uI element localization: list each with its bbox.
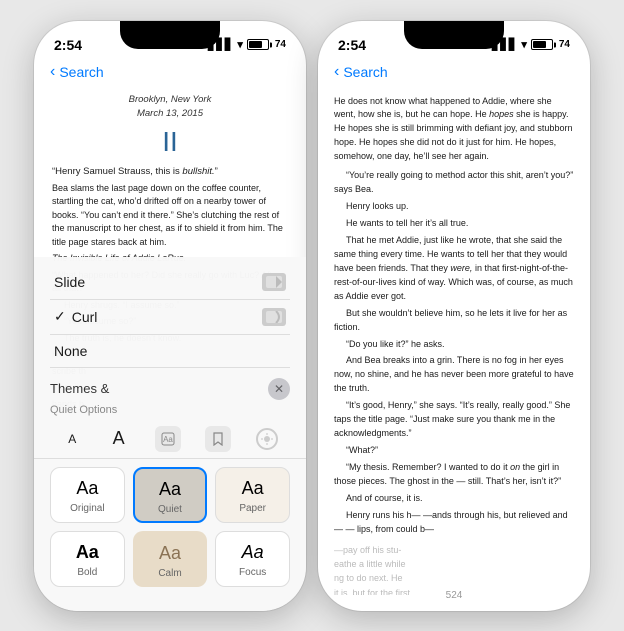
- time-right: 2:54: [338, 37, 366, 53]
- page-number: 524: [446, 590, 463, 601]
- battery-pct-r: 74: [559, 39, 570, 50]
- slide-icon: [262, 273, 286, 291]
- theme-grid: Aa Original Aa Quiet Aa Paper Aa Bold Aa: [34, 459, 306, 595]
- curl-icon: [262, 308, 286, 326]
- battery-pct: 74: [275, 39, 286, 50]
- theme-original[interactable]: Aa Original: [50, 467, 125, 523]
- theme-quiet-label: Quiet: [158, 504, 182, 515]
- r-para-9: “It’s good, Henry,” she says. “It’s real…: [334, 399, 574, 441]
- theme-focus[interactable]: Aa Focus: [215, 531, 290, 587]
- r-para-8: And Bea breaks into a grin. There is no …: [334, 354, 574, 396]
- theme-bold-label: Bold: [77, 567, 97, 578]
- theme-quiet-aa: Aa: [159, 479, 181, 500]
- close-button[interactable]: ✕: [268, 378, 290, 400]
- r-para-14: —pay off his stu-eathe a little whileng …: [334, 543, 574, 595]
- theme-calm-label: Calm: [158, 568, 181, 579]
- theme-quiet[interactable]: Aa Quiet: [133, 467, 208, 523]
- battery-icon-r: [531, 39, 553, 50]
- theme-original-label: Original: [70, 503, 104, 514]
- font-icon[interactable]: Aa: [155, 426, 181, 452]
- theme-bold-aa: Aa: [76, 542, 99, 563]
- notch: [120, 21, 220, 49]
- text-controls: A A Aa: [34, 420, 306, 459]
- theme-paper[interactable]: Aa Paper: [215, 467, 290, 523]
- notch-right: [404, 21, 504, 49]
- back-label-left[interactable]: Search: [59, 64, 103, 80]
- status-icons-right: ▋▋▋ ▾ 74: [492, 38, 570, 51]
- right-phone: 2:54 ▋▋▋ ▾ 74 ‹ Search He does not know …: [318, 21, 590, 611]
- themes-header: Themes & ✕: [34, 372, 306, 404]
- check-mark: ✓: [54, 308, 66, 325]
- back-arrow-icon: ‹: [50, 63, 55, 81]
- curl-label: Curl: [72, 309, 262, 325]
- r-para-1: He does not know what happened to Addie,…: [334, 95, 574, 165]
- r-para-11: “My thesis. Remember? I wanted to do it …: [334, 461, 574, 489]
- r-para-4: He wants to tell her it’s all true.: [334, 217, 574, 231]
- curl-option[interactable]: ✓ Curl: [50, 300, 290, 335]
- theme-bold[interactable]: Aa Bold: [50, 531, 125, 587]
- theme-paper-label: Paper: [239, 503, 266, 514]
- brightness-icon[interactable]: [256, 428, 278, 450]
- themes-title: Themes &: [50, 381, 109, 396]
- none-option[interactable]: None: [50, 335, 290, 368]
- theme-paper-aa: Aa: [242, 478, 264, 499]
- time-left: 2:54: [54, 37, 82, 53]
- r-para-13: Henry runs his h— —ands through his, but…: [334, 509, 574, 537]
- reading-content: He does not know what happened to Addie,…: [318, 85, 590, 595]
- nav-bar-right[interactable]: ‹ Search: [318, 61, 590, 85]
- r-para-2: “You’re really going to method actor thi…: [334, 169, 574, 197]
- left-phone: 2:54 ▋▋▋ ▾ 74 ‹ Search Brooklyn, New Yor…: [34, 21, 306, 611]
- slide-label: Slide: [54, 274, 85, 290]
- book-location: Brooklyn, New YorkMarch 13, 2015: [52, 93, 288, 122]
- quiet-options-label: Quiet Options: [34, 404, 306, 420]
- back-label-right[interactable]: Search: [343, 64, 387, 80]
- r-para-12: And of course, it is.: [334, 492, 574, 506]
- small-a-button[interactable]: A: [62, 430, 82, 448]
- none-label: None: [54, 343, 87, 359]
- bookmark-icon[interactable]: [205, 426, 231, 452]
- theme-original-aa: Aa: [76, 478, 98, 499]
- para-2: Bea slams the last page down on the coff…: [52, 182, 288, 250]
- slide-option[interactable]: Slide: [50, 265, 290, 300]
- back-arrow-icon-r: ‹: [334, 63, 339, 81]
- slide-menu: Slide ✓ Curl None: [34, 257, 306, 372]
- theme-focus-aa: Aa: [242, 542, 264, 563]
- theme-calm[interactable]: Aa Calm: [133, 531, 208, 587]
- overlay-panel: Slide ✓ Curl None Themes &: [34, 257, 306, 611]
- para-1: “Henry Samuel Strauss, this is bullshit.…: [52, 165, 288, 179]
- theme-calm-aa: Aa: [159, 543, 181, 564]
- wifi-icon-r: ▾: [521, 38, 527, 51]
- large-a-button[interactable]: A: [107, 426, 131, 451]
- r-para-10: “What?”: [334, 444, 574, 458]
- chapter-num: II: [52, 125, 288, 159]
- r-para-6: But she wouldn’t believe him, so he lets…: [334, 307, 574, 335]
- r-para-3: Henry looks up.: [334, 200, 574, 214]
- battery-icon: [247, 39, 269, 50]
- theme-focus-label: Focus: [239, 567, 266, 578]
- r-para-7: “Do you like it?” he asks.: [334, 338, 574, 352]
- svg-text:Aa: Aa: [163, 435, 173, 444]
- wifi-icon: ▾: [237, 38, 243, 51]
- r-para-5: That he met Addie, just like he wrote, t…: [334, 234, 574, 304]
- nav-bar-left[interactable]: ‹ Search: [34, 61, 306, 85]
- status-icons-left: ▋▋▋ ▾ 74: [208, 38, 286, 51]
